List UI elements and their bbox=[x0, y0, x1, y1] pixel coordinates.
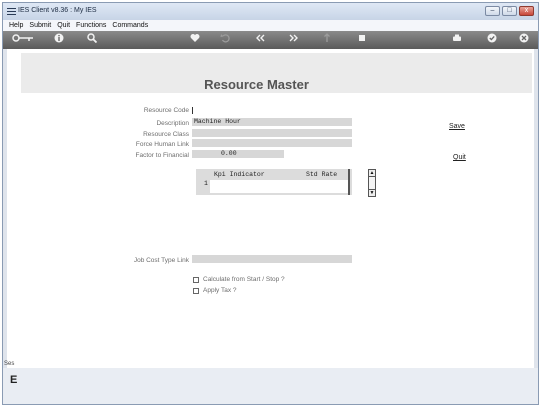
resource-code-field[interactable] bbox=[192, 107, 194, 115]
menu-commands[interactable]: Commands bbox=[112, 20, 148, 31]
heart-icon[interactable] bbox=[189, 33, 201, 47]
menu-lines-icon bbox=[7, 8, 16, 15]
window-title: IES Client v8.36 : My IES bbox=[18, 7, 97, 14]
upload-icon[interactable] bbox=[321, 33, 333, 47]
side-panel-letter: E bbox=[10, 374, 18, 386]
rewind-icon[interactable] bbox=[254, 33, 266, 47]
description-label: Description bbox=[156, 120, 189, 127]
apply-tax-checkbox[interactable] bbox=[193, 287, 199, 294]
save-button[interactable]: Save bbox=[449, 123, 465, 130]
print-icon[interactable] bbox=[451, 33, 463, 47]
scroll-track[interactable] bbox=[368, 177, 376, 189]
minimize-button[interactable]: – bbox=[485, 6, 500, 16]
force-human-link-label: Force Human Link bbox=[135, 141, 189, 148]
maximize-button[interactable]: □ bbox=[502, 6, 517, 16]
calc-start-stop-checkbox[interactable] bbox=[193, 276, 199, 283]
quit-button[interactable]: Quit bbox=[453, 154, 466, 161]
toolbar bbox=[3, 31, 538, 49]
grid-cell[interactable] bbox=[210, 180, 348, 193]
menu-bar: Help Submit Quit Functions Commands bbox=[3, 20, 538, 31]
menu-submit[interactable]: Submit bbox=[29, 20, 51, 31]
calc-start-stop-label: Calculate from Start / Stop ? bbox=[203, 276, 285, 283]
force-human-link-field[interactable] bbox=[192, 139, 352, 147]
job-cost-type-link-label: Job Cost Type Link bbox=[133, 257, 189, 264]
menu-functions[interactable]: Functions bbox=[76, 20, 106, 31]
page-header-banner: Resource Master bbox=[21, 53, 532, 93]
key-icon[interactable] bbox=[11, 33, 35, 47]
scroll-up-icon[interactable]: ▲ bbox=[368, 169, 376, 177]
stop-icon[interactable] bbox=[356, 33, 368, 47]
resource-class-field[interactable] bbox=[192, 129, 352, 137]
apply-tax-label: Apply Tax ? bbox=[203, 287, 237, 294]
factor-to-financial-field[interactable]: 0.00 bbox=[192, 150, 284, 158]
grid-header-kpi-indicator: Kpi Indicator bbox=[214, 171, 265, 178]
close-icon[interactable] bbox=[518, 33, 530, 47]
menu-help[interactable]: Help bbox=[9, 20, 23, 31]
app-window: IES Client v8.36 : My IES – □ x Help Sub… bbox=[2, 2, 539, 405]
grid-header-std-rate: Std Rate bbox=[306, 171, 338, 178]
page-title: Resource Master bbox=[204, 77, 309, 92]
resource-class-label: Resource Class bbox=[143, 131, 189, 138]
close-window-button[interactable]: x bbox=[519, 6, 534, 16]
resource-code-label: Resource Code bbox=[143, 107, 189, 114]
calc-start-stop-row: Calculate from Start / Stop ? bbox=[193, 276, 285, 283]
main-content: Resource Master Resource Code Descriptio… bbox=[7, 49, 534, 368]
info-icon[interactable] bbox=[53, 33, 65, 47]
description-field[interactable]: Machine Hour bbox=[192, 118, 352, 126]
apply-tax-row: Apply Tax ? bbox=[193, 287, 236, 294]
right-panel-strip bbox=[534, 49, 538, 368]
title-bar: IES Client v8.36 : My IES – □ x bbox=[3, 3, 538, 20]
grid-scrollbar[interactable]: ▲ ▼ bbox=[368, 169, 376, 197]
check-icon[interactable] bbox=[486, 33, 498, 47]
job-cost-type-link-field[interactable] bbox=[192, 255, 352, 263]
grid-column-divider bbox=[348, 169, 350, 195]
factor-to-financial-label: Factor to Financial bbox=[135, 152, 189, 159]
side-panel-text: Ses bbox=[4, 361, 14, 367]
scroll-down-icon[interactable]: ▼ bbox=[368, 189, 376, 197]
undo-icon[interactable] bbox=[219, 33, 231, 47]
grid-row-number: 1 bbox=[204, 180, 208, 187]
fast-forward-icon[interactable] bbox=[288, 33, 300, 47]
menu-quit[interactable]: Quit bbox=[57, 20, 70, 31]
kpi-grid: Kpi Indicator Std Rate 1 bbox=[196, 169, 352, 195]
search-icon[interactable] bbox=[86, 33, 98, 47]
status-area bbox=[3, 368, 538, 404]
